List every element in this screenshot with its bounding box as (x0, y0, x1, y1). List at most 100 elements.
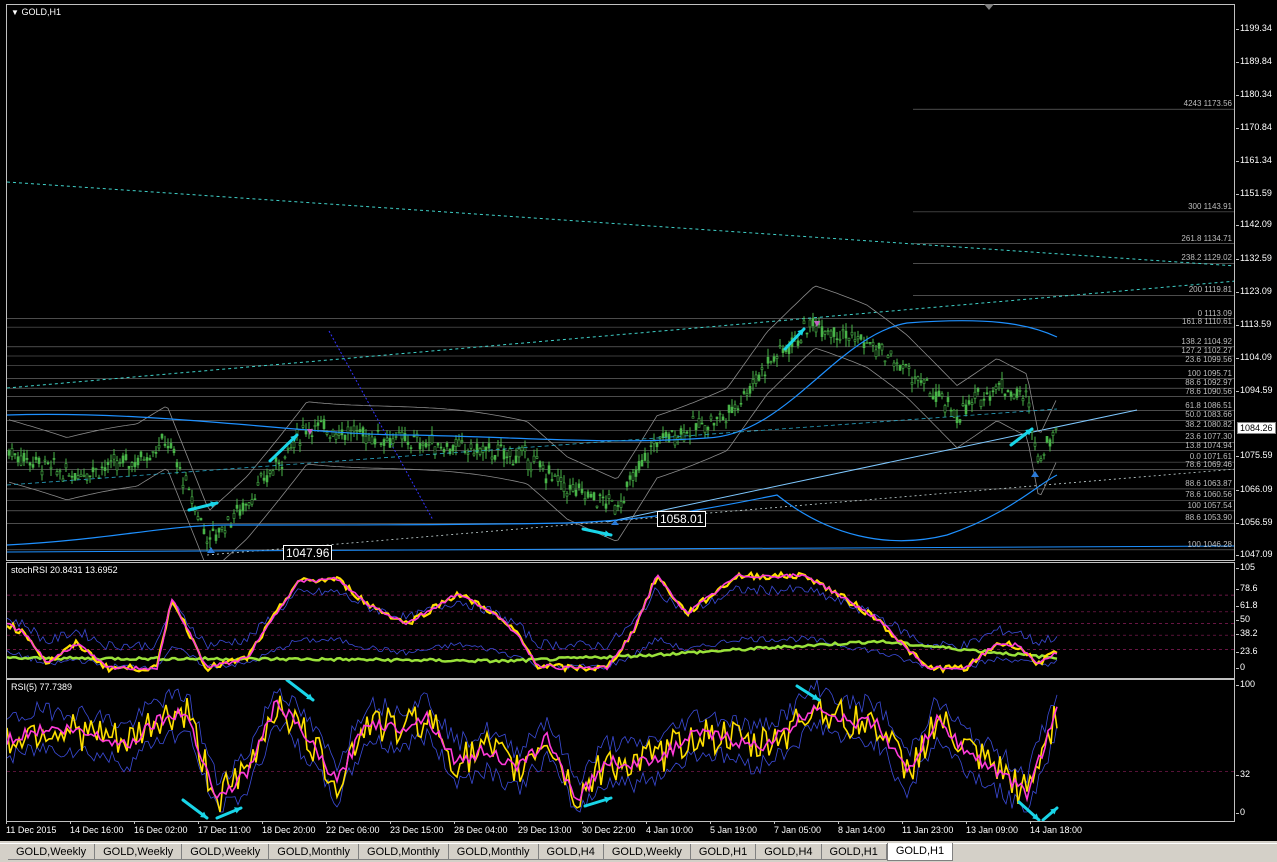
rsi-canvas (7, 680, 1234, 821)
candle-body (64, 463, 68, 469)
candle-body (277, 462, 281, 465)
price-axis[interactable]: 1199.34 1189.84 1180.34 1170.84 1161.34 1151.… (1235, 4, 1277, 561)
candle-body (328, 437, 332, 439)
fib-level-label: 127.2 1102.27 (1181, 345, 1232, 355)
candle-body (811, 317, 815, 327)
candle-body (88, 475, 92, 478)
axis-tick: 38.2 (1236, 628, 1258, 638)
candle-body (247, 502, 251, 507)
candle-body (769, 361, 773, 363)
candle-body (973, 391, 977, 399)
fib-level-label: 100 1095.71 (1187, 368, 1233, 378)
chart-tab[interactable]: GOLD,H1 (886, 843, 954, 861)
candle-body (937, 390, 941, 397)
axis-tick: 1056.59 (1236, 517, 1273, 527)
candle-body (805, 332, 809, 335)
candle-body (169, 443, 173, 449)
candle-body (943, 405, 947, 413)
signal-arrow (1017, 800, 1041, 821)
candle-body (250, 499, 254, 505)
candle-body (187, 488, 191, 491)
time-tick: 7 Jan 05:00 (774, 821, 822, 835)
candle-body (862, 342, 866, 348)
candle-body (580, 488, 584, 494)
candle-body (469, 443, 473, 449)
candle-body (391, 438, 395, 444)
chart-window[interactable]: ▼ GOLD,H1 1047.96 1058.01 4243 1173.56 30… (0, 0, 1277, 841)
candle-body (772, 356, 776, 362)
candle-body (190, 496, 194, 504)
chart-tab[interactable]: GOLD,Monthly (359, 844, 449, 860)
candle-body (751, 379, 755, 385)
rsi-pane[interactable]: RSI(5) 77.7389 (6, 679, 1235, 822)
candle-body (799, 340, 803, 344)
candle-body (541, 464, 545, 470)
time-tick: 14 Jan 18:00 (1030, 821, 1083, 835)
candle-body (1039, 458, 1043, 461)
candle-body (370, 436, 374, 445)
chart-shift-marker[interactable] (984, 4, 994, 10)
candle-body (343, 435, 347, 440)
candle-body (889, 350, 893, 355)
candle-body (37, 457, 41, 464)
chart-tab[interactable]: GOLD,H1 (690, 844, 757, 860)
stochrsi-pane[interactable]: stochRSI 20.8431 13.6952 (6, 562, 1235, 679)
stochrsi-canvas (7, 570, 1234, 674)
fib-level-label: 161.8 1110.61 (1182, 317, 1232, 327)
candle-body (286, 448, 290, 450)
axis-tick: 1161.34 (1236, 155, 1272, 165)
tabbar-spacer (0, 844, 8, 862)
axis-tick: 50 (1235, 614, 1251, 624)
candle-body (559, 477, 563, 482)
candle-body (55, 471, 59, 476)
candle-body (664, 431, 668, 438)
chart-tab[interactable]: GOLD,Weekly (182, 844, 270, 860)
candle-body (955, 416, 959, 424)
axis-tick: 1104.09 (1236, 352, 1272, 362)
candle-body (91, 467, 95, 473)
candle-body (517, 448, 521, 458)
chart-tab[interactable]: GOLD,H4 (538, 844, 604, 860)
candle-body (172, 448, 176, 454)
chart-tab[interactable]: GOLD,Weekly (95, 844, 183, 860)
candle-body (604, 503, 608, 509)
candle-body (760, 367, 764, 370)
chart-tab[interactable]: GOLD,Weekly (603, 844, 691, 860)
chart-tab[interactable]: GOLD,H1 (821, 844, 887, 860)
candle-body (931, 395, 935, 400)
chart-tab[interactable]: GOLD,Monthly (448, 844, 539, 860)
candle-body (694, 423, 698, 431)
candle-body (649, 445, 653, 447)
candle-body (1012, 393, 1016, 400)
candle-body (595, 505, 599, 508)
chart-tab[interactable]: GOLD,H4 (756, 844, 822, 860)
candle-body (148, 457, 152, 461)
stochrsi-axis[interactable]: 105 78.6 61.8 50 38.2 23.6 0 (1235, 562, 1277, 679)
rsi-band-lower (7, 719, 1058, 813)
band-upper-inner (8, 285, 1057, 511)
candle-body (412, 435, 416, 438)
candle-body (613, 505, 617, 515)
rsi-axis[interactable]: 100 32 0 (1235, 679, 1277, 822)
candle-body (1054, 427, 1058, 430)
candle-body (919, 380, 923, 383)
axis-tick: 23.6 (1236, 646, 1258, 656)
time-tick: 22 Dec 06:00 (326, 821, 380, 835)
chart-menu-icon[interactable]: ▼ (11, 8, 19, 17)
candle-body (556, 475, 560, 482)
candle-body (379, 443, 383, 445)
candle-body (259, 473, 263, 476)
candle-body (637, 461, 641, 471)
axis-tick: 32 (1235, 769, 1251, 779)
candle-body (838, 338, 842, 341)
rsi-ma-line (7, 699, 1058, 803)
time-tick: 11 Jan 23:00 (902, 821, 954, 835)
candle-body (241, 502, 245, 512)
chart-tab[interactable]: GOLD,Monthly (269, 844, 360, 860)
candle-body (310, 435, 314, 437)
chart-tab[interactable]: GOLD,Weekly (8, 844, 96, 860)
price-chart-pane[interactable]: ▼ GOLD,H1 1047.96 1058.01 4243 1173.56 30… (6, 4, 1235, 561)
candle-body (628, 475, 632, 480)
candle-body (442, 449, 446, 453)
axis-tick: 1094.59 (1236, 385, 1273, 395)
